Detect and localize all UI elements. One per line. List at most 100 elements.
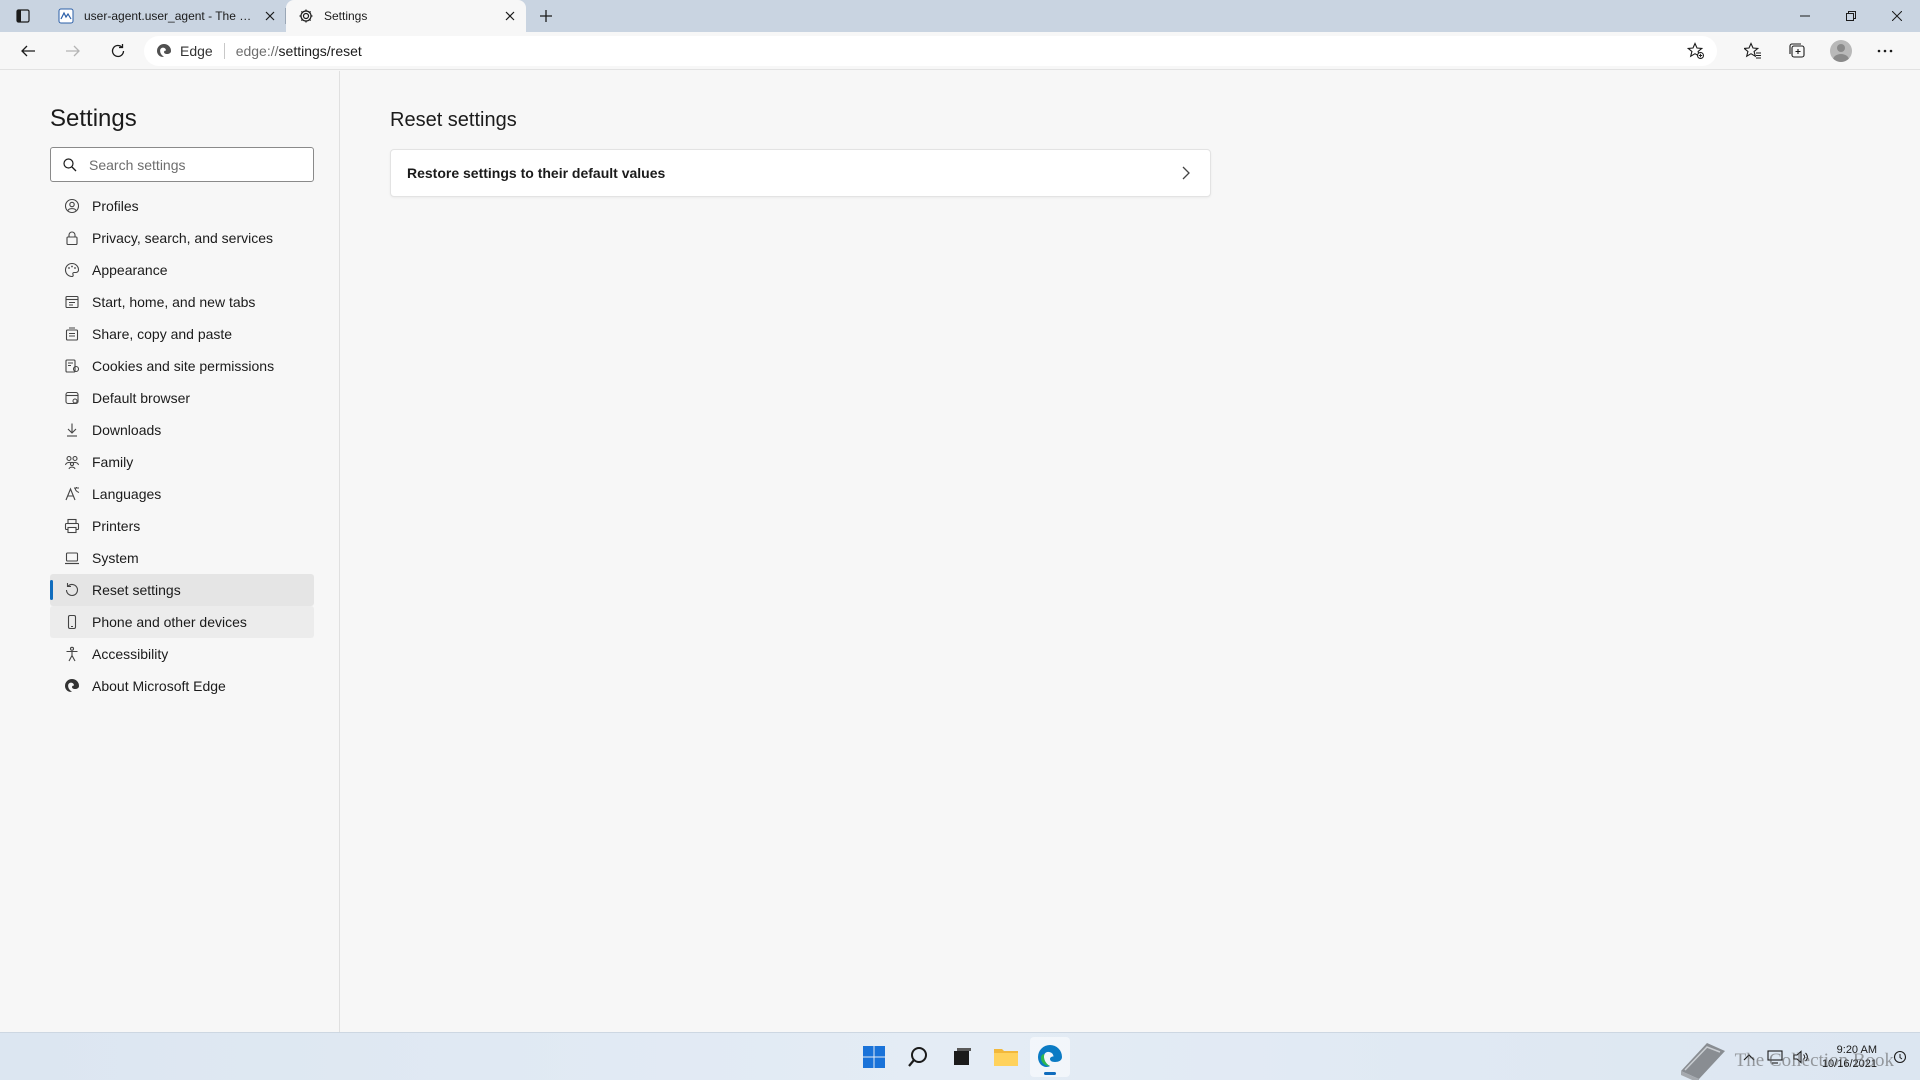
search-icon [63, 157, 77, 171]
network-icon[interactable] [1765, 1047, 1785, 1067]
tab-settings[interactable]: Settings [286, 0, 526, 32]
sidebar-item-printers[interactable]: Printers [50, 510, 314, 542]
restore-defaults-label: Restore settings to their default values [407, 165, 666, 181]
edge-taskbar-button[interactable] [1030, 1037, 1070, 1077]
sidebar-item-label: Accessibility [92, 646, 169, 662]
close-window-button[interactable] [1874, 0, 1920, 32]
toolbar-actions [1727, 35, 1903, 67]
ellipsis-icon [1877, 49, 1893, 52]
tab-actions-icon [16, 9, 30, 23]
browser-icon [64, 390, 80, 406]
favorites-icon [1744, 41, 1761, 59]
back-arrow-icon [21, 45, 35, 56]
sidebar-item-accessibility[interactable]: Accessibility [50, 638, 314, 670]
address-bar[interactable]: Edge edge://settings/reset [144, 35, 1717, 66]
notification-icon[interactable] [1890, 1047, 1910, 1067]
forward-button[interactable] [55, 35, 91, 67]
sidebar-item-privacy[interactable]: Privacy, search, and services [50, 222, 314, 254]
browser-toolbar: Edge edge://settings/reset [0, 32, 1920, 70]
share-icon [64, 326, 80, 342]
collections-button[interactable] [1779, 35, 1815, 67]
sidebar-item-system[interactable]: System [50, 542, 314, 574]
sidebar-item-appearance[interactable]: Appearance [50, 254, 314, 286]
tab-title: user-agent.user_agent - The Coll [84, 9, 256, 23]
windows-logo-icon [863, 1046, 885, 1068]
site-info[interactable]: Edge [156, 43, 213, 59]
tray-overflow-icon[interactable] [1739, 1047, 1759, 1067]
star-add-icon [1687, 41, 1704, 59]
back-button[interactable] [10, 35, 46, 67]
settings-nav: Profiles Privacy, search, and services A… [50, 190, 314, 702]
accessibility-icon [64, 646, 80, 662]
tab-title: Settings [324, 9, 368, 23]
sidebar-item-start-home[interactable]: Start, home, and new tabs [50, 286, 314, 318]
download-icon [64, 422, 80, 438]
restore-icon [1846, 11, 1856, 21]
sidebar-item-family[interactable]: Family [50, 446, 314, 478]
settings-sidebar: Settings Search settings Profiles Privac… [0, 71, 340, 1032]
volume-icon[interactable] [1791, 1047, 1811, 1067]
taskbar-clock[interactable]: 9:20 AM 10/16/2021 [1822, 1043, 1877, 1071]
url-prefix: edge:// [235, 42, 279, 59]
taskbar: 9:20 AM 10/16/2021 The Collection Book [0, 1032, 1920, 1080]
sidebar-item-reset-settings[interactable]: Reset settings [50, 574, 314, 606]
languages-icon [64, 486, 80, 502]
sidebar-item-label: System [92, 550, 139, 566]
minimize-icon [1800, 15, 1810, 17]
document-favicon-icon [58, 8, 74, 24]
sidebar-item-downloads[interactable]: Downloads [50, 414, 314, 446]
address-divider [223, 42, 225, 59]
url-path: settings/reset [278, 42, 362, 59]
sidebar-item-profiles[interactable]: Profiles [50, 190, 314, 222]
family-icon [64, 454, 80, 470]
close-tab-icon[interactable] [262, 8, 278, 24]
sidebar-item-languages[interactable]: Languages [50, 478, 314, 510]
chevron-right-icon [1178, 165, 1194, 181]
favorites-button[interactable] [1735, 35, 1771, 67]
minimize-button[interactable] [1782, 0, 1828, 32]
sidebar-item-default-browser[interactable]: Default browser [50, 382, 314, 414]
close-icon [1892, 11, 1902, 21]
edge-logo-icon [1038, 1045, 1062, 1067]
sidebar-item-phone-devices[interactable]: Phone and other devices [50, 606, 314, 638]
sidebar-item-share-copy[interactable]: Share, copy and paste [50, 318, 314, 350]
palette-icon [64, 262, 80, 278]
sidebar-item-label: Downloads [92, 422, 162, 438]
sidebar-item-label: Printers [92, 518, 141, 534]
forward-arrow-icon [66, 45, 80, 56]
system-icon [64, 550, 80, 566]
printer-icon [64, 518, 80, 534]
sidebar-item-label: Family [92, 454, 134, 470]
tab-user-agent[interactable]: user-agent.user_agent - The Coll [46, 0, 286, 32]
close-tab-icon[interactable] [502, 8, 518, 24]
restore-button[interactable] [1828, 0, 1874, 32]
folder-icon [994, 1049, 1018, 1066]
sidebar-item-label: About Microsoft Edge [92, 678, 226, 694]
file-explorer-button[interactable] [986, 1037, 1026, 1077]
sidebar-item-cookies[interactable]: Cookies and site permissions [50, 350, 314, 382]
tab-actions-button[interactable] [0, 0, 46, 32]
task-view-button[interactable] [942, 1037, 982, 1077]
search-input[interactable]: Search settings [50, 147, 314, 182]
sidebar-item-about-edge[interactable]: About Microsoft Edge [50, 670, 314, 702]
profile-icon [64, 198, 80, 214]
window-controls [1782, 0, 1920, 32]
restore-defaults-row[interactable]: Restore settings to their default values [390, 149, 1211, 197]
sidebar-item-label: Appearance [92, 262, 168, 278]
site-label: Edge [180, 42, 213, 59]
search-taskbar-button[interactable] [898, 1037, 938, 1077]
task-view-icon [954, 1048, 971, 1065]
profile-button[interactable] [1823, 35, 1859, 67]
plus-icon [540, 10, 552, 22]
clock-time: 9:20 AM [1836, 1044, 1877, 1056]
search-icon [908, 1047, 927, 1067]
taskbar-apps [854, 1037, 1074, 1077]
new-tab-button[interactable] [530, 0, 562, 32]
refresh-button[interactable] [100, 35, 136, 67]
start-button[interactable] [854, 1037, 894, 1077]
more-options-button[interactable] [1867, 35, 1903, 67]
add-favorite-button[interactable] [1687, 41, 1705, 60]
sidebar-item-label: Phone and other devices [92, 614, 247, 630]
sidebar-item-label: Start, home, and new tabs [92, 294, 256, 310]
phone-icon [64, 614, 80, 630]
